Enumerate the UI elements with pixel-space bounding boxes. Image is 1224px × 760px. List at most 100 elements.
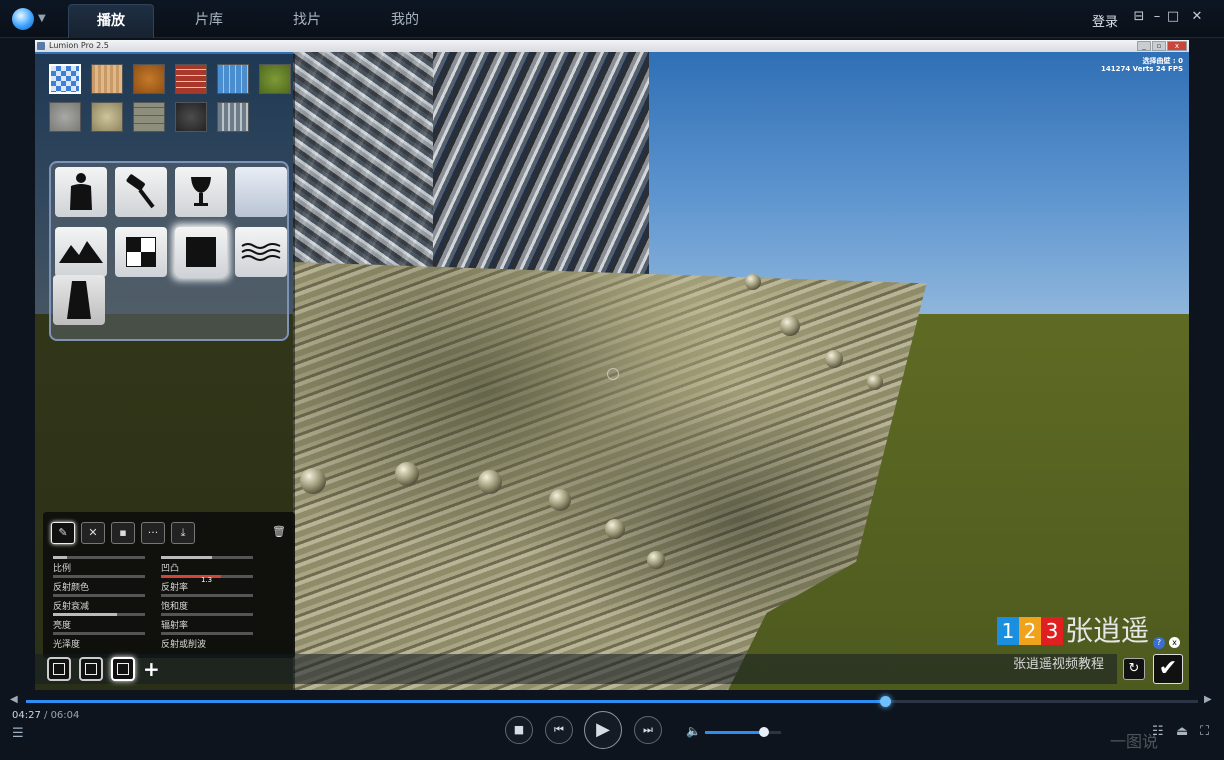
slider-emissivity[interactable]: 辐射率 [161, 613, 253, 631]
category-paint[interactable] [115, 167, 167, 217]
play-button[interactable]: ▶ [584, 711, 622, 749]
volume-handle[interactable] [759, 727, 770, 737]
save-icon[interactable]: ⤓ [171, 522, 195, 544]
fabric-icon [67, 281, 91, 319]
tab-mine[interactable]: 我的 [362, 4, 448, 38]
lumion-titlebar: Lumion Pro 2.5 _ ▫ x [35, 40, 1189, 52]
rivet [478, 470, 502, 494]
slider-scale[interactable]: 比例 [53, 556, 145, 574]
swatch-brick-red[interactable] [175, 64, 207, 94]
brand-name: 张逍遥 [1065, 614, 1150, 647]
slider-reflection-color[interactable]: 反射颜色 [53, 575, 145, 593]
swatch-wood-light[interactable] [91, 64, 123, 94]
volume-slider[interactable] [705, 727, 781, 737]
add-slot-icon[interactable]: + [143, 657, 160, 681]
swatch-concrete-gray[interactable] [49, 102, 81, 132]
paint-roller-icon [126, 174, 155, 209]
slider-gloss[interactable]: 光泽度 [53, 632, 145, 650]
material-slot[interactable] [47, 657, 71, 681]
rivet [549, 489, 571, 511]
skin-icon[interactable]: ⊟ [1130, 9, 1148, 24]
chevron-left-icon[interactable]: ◀ [10, 694, 18, 705]
lumion-minimize-icon: _ [1137, 41, 1151, 51]
close-icon[interactable]: ✕ [1188, 9, 1206, 24]
swatch-metal-panel[interactable] [217, 102, 249, 132]
swatch-grass-green[interactable] [259, 64, 291, 94]
chevron-right-icon[interactable]: ▶ [1204, 694, 1212, 705]
play-icon: ▶ [596, 719, 610, 740]
skip-back-icon: ⏮ [554, 723, 564, 736]
category-landscape[interactable] [55, 227, 107, 277]
slider-brightness[interactable]: 亮度 [53, 613, 145, 631]
previous-button[interactable]: ⏮ [545, 716, 573, 744]
volume-icon[interactable]: 🔈 [686, 724, 701, 738]
slider-bump[interactable]: 凹凸 [161, 556, 253, 574]
swatch-tile-blue[interactable] [217, 64, 249, 94]
tab-find[interactable]: 找片 [264, 4, 350, 38]
swatch-checker-blue[interactable] [49, 64, 81, 94]
login-button[interactable]: 登录 [1092, 11, 1118, 30]
bottom-toolbar [35, 654, 1117, 684]
time-display: 04:27 / 06:04 [12, 710, 79, 721]
texture-icon[interactable]: ▪ [111, 522, 135, 544]
lumion-close-icon: x [1167, 41, 1187, 51]
maximize-icon[interactable]: □ [1164, 9, 1182, 24]
crosshair-icon [607, 368, 619, 380]
menu-caret-icon[interactable]: ▼ [38, 13, 46, 24]
brand-digits: 1 2 3 [997, 617, 1063, 645]
category-glass[interactable] [175, 167, 227, 217]
brand-digit: 3 [1041, 617, 1063, 645]
confirm-check-icon[interactable]: ✔ [1153, 654, 1183, 684]
progress-row: ◀ ▶ [0, 694, 1224, 708]
swatch-wood-orange[interactable] [133, 64, 165, 94]
more-icon[interactable]: ··· [141, 522, 165, 544]
player-window: ▼ 播放 片库 找片 我的 登录 ⊟ – □ ✕ Lumion Pro 2.5 … [0, 0, 1224, 760]
rivet [867, 374, 883, 390]
hud-stats: 141274 Verts 24 FPS [1101, 65, 1183, 73]
category-blank[interactable] [235, 167, 287, 217]
edit-icon[interactable]: ✎ [51, 522, 75, 544]
slider-saturation[interactable]: 饱和度 [161, 594, 253, 612]
eject-icon[interactable]: ⏏ [1176, 724, 1188, 739]
refresh-icon[interactable]: ↻ [1123, 658, 1145, 680]
swatch-asphalt-dark[interactable] [175, 102, 207, 132]
rivet [395, 462, 419, 486]
category-checker[interactable] [115, 227, 167, 277]
category-solid[interactable] [175, 227, 227, 277]
slider-reflection-clip[interactable]: 反射或削波 [161, 632, 253, 650]
tab-play[interactable]: 播放 [68, 4, 154, 38]
category-extra[interactable] [53, 275, 105, 325]
seek-bar[interactable] [26, 696, 1198, 707]
category-person[interactable] [55, 167, 107, 217]
stop-button[interactable]: ■ [505, 716, 533, 744]
water-waves-icon [241, 243, 281, 261]
video-frame[interactable]: Lumion Pro 2.5 _ ▫ x 选择曲壁 : 0 141274 Ver… [35, 40, 1189, 690]
playlist-icon[interactable]: ☰ [12, 726, 24, 741]
swatch-stone-gray[interactable] [133, 102, 165, 132]
rivet [780, 316, 800, 336]
close-panel-icon[interactable]: x [1169, 637, 1180, 648]
mountain-icon [59, 241, 103, 263]
category-water[interactable] [235, 227, 287, 277]
material-slot[interactable] [111, 657, 135, 681]
next-button[interactable]: ⏭ [634, 716, 662, 744]
slider-reflection-falloff[interactable]: 反射衰减 [53, 594, 145, 612]
lumion-window-buttons: _ ▫ x [1137, 41, 1187, 51]
map-icon[interactable]: ✕ [81, 522, 105, 544]
player-logo-icon[interactable] [12, 8, 34, 30]
seek-handle[interactable] [880, 696, 892, 707]
help-icon[interactable]: ? [1153, 637, 1165, 649]
total-time: / 06:04 [44, 710, 80, 721]
swatch-gravel-beige[interactable] [91, 102, 123, 132]
brand-digit: 1 [997, 617, 1019, 645]
corner-watermark: 一图说 [1110, 732, 1159, 751]
rivet [300, 468, 326, 494]
fullscreen-icon[interactable]: ⛶ [1200, 724, 1209, 739]
seek-bar-fill [26, 700, 886, 703]
material-slot[interactable] [79, 657, 103, 681]
skip-forward-icon: ⏭ [643, 723, 653, 736]
person-icon [70, 173, 92, 210]
tab-library[interactable]: 片库 [166, 4, 252, 38]
delete-icon[interactable]: 🗑 [267, 522, 291, 544]
slider-reflectivity[interactable]: 反射率 1.3 [161, 575, 253, 593]
